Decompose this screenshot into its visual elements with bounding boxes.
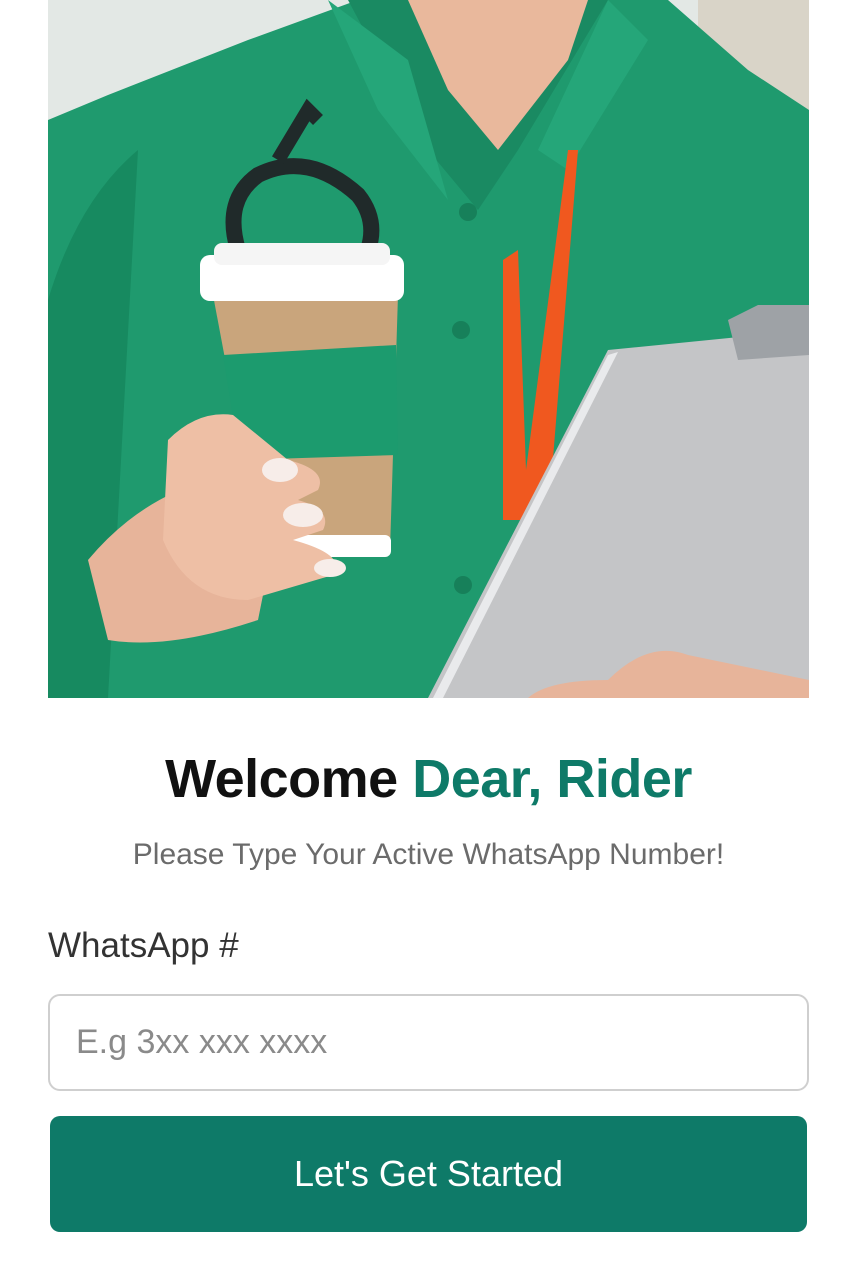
whatsapp-number-label: WhatsApp # xyxy=(48,926,239,965)
login-screen: Welcome Dear, Rider Please Type Your Act… xyxy=(0,0,857,1280)
welcome-title-prefix: Welcome xyxy=(165,749,398,809)
welcome-subtitle: Please Type Your Active WhatsApp Number! xyxy=(132,838,725,871)
welcome-title: Welcome Dear, Rider xyxy=(0,748,857,810)
welcome-title-highlight: Dear, Rider xyxy=(412,749,692,809)
hero-image xyxy=(48,0,809,698)
whatsapp-number-input[interactable] xyxy=(48,994,809,1091)
get-started-button[interactable]: Let's Get Started xyxy=(50,1116,807,1232)
